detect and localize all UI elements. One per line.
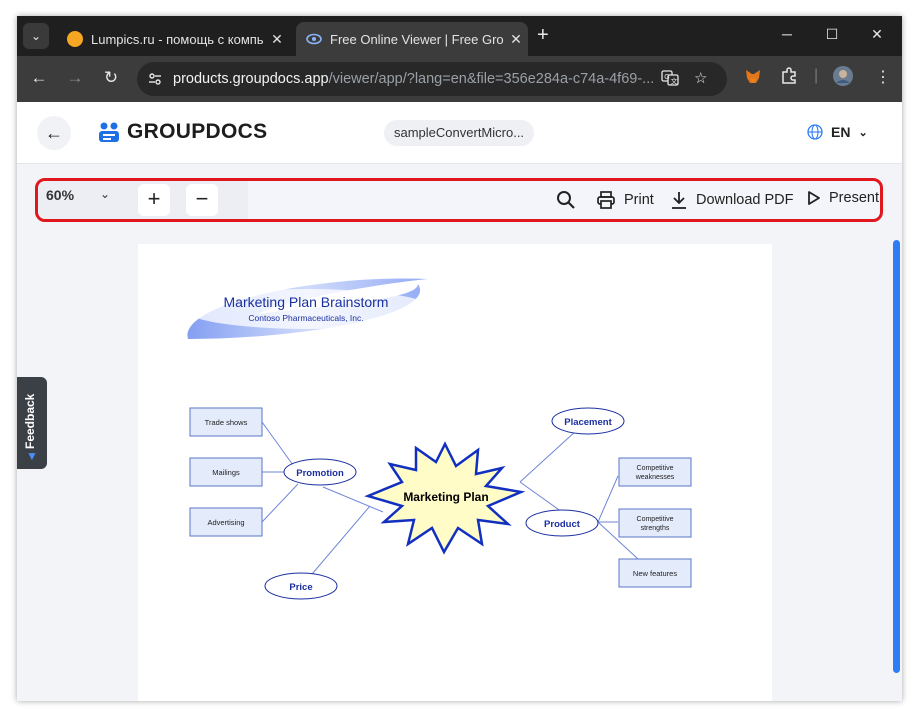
address-bar[interactable]: products.groupdocs.app/viewer/app/?lang=… [137,62,727,96]
url-text: products.groupdocs.app/viewer/app/?lang=… [173,71,653,87]
node-promotion-label: Promotion [296,468,344,479]
filter-icon: ▼ [26,449,38,463]
node-price-label: Price [289,582,312,593]
tab-strip: ⌄ Lumpics.ru - помощь с компь ✕ Free Onl… [17,16,902,56]
node-strengths-line1: Competitive [637,516,674,523]
back-arrow-icon[interactable]: ← [28,68,50,88]
zoom-out-button[interactable]: − [186,184,218,216]
window-close-button[interactable]: ✕ [857,26,897,43]
printer-icon [597,191,615,209]
node-new-features-label: New features [633,569,677,578]
forward-arrow-icon[interactable]: → [64,68,86,88]
brainstorm-diagram: Marketing Plan Brainstorm Contoso Pharma… [183,278,692,600]
play-icon [808,191,820,205]
node-advertising-label: Advertising [207,518,244,527]
back-arrow-icon: ← [45,122,63,143]
node-competitive-weaknesses [618,457,692,487]
file-name-chip[interactable]: sampleConvertMicro... [384,120,535,146]
close-icon[interactable]: ✕ [504,31,528,48]
minimize-button[interactable]: ─ [767,26,807,42]
chevron-down-icon: ⌄ [858,126,868,139]
present-label: Present [829,190,879,206]
node-strengths-line2: strengths [641,525,670,532]
chevron-down-icon: ⌄ [30,29,42,43]
node-weaknesses-line1: Competitive [637,465,674,472]
bookmark-star-icon[interactable]: ☆ [694,69,707,87]
node-weaknesses-line2: weaknesses [635,474,675,481]
feedback-tab[interactable]: Feedback ▼ [17,377,47,469]
back-button[interactable]: ← [37,116,71,150]
extensions-puzzle-icon[interactable] [780,67,798,90]
search-icon [557,191,575,209]
center-label: Marketing Plan [403,490,488,504]
browser-window: ⌄ Lumpics.ru - помощь с компь ✕ Free Onl… [17,16,902,701]
node-product-label: Product [544,519,581,530]
brand-name: GROUPDOCS [127,120,268,143]
groupdocs-logo-icon [99,122,119,142]
vertical-scrollbar[interactable] [893,240,900,673]
web-page: ← GROUPDOCS sampleConvertMicro... EN ⌄ 6… [17,102,902,701]
language-selector[interactable]: EN ⌄ [807,124,868,140]
chevron-down-icon[interactable]: ⌄ [100,187,110,201]
tab-search-button[interactable]: ⌄ [23,23,49,49]
close-icon[interactable]: ✕ [265,31,289,48]
zoom-controls: 60% ⌄ + − [38,181,248,219]
viewer-toolbar: 60% ⌄ + − Print Download PDF Present [35,178,883,222]
avatar[interactable] [832,65,854,92]
print-label: Print [624,192,654,208]
browser-toolbar: ← → ↻ products.groupdocs.app/viewer/app/… [17,56,902,102]
download-icon [672,192,686,209]
app-header: ← GROUPDOCS sampleConvertMicro... EN ⌄ [17,102,902,164]
language-code: EN [831,124,851,140]
site-settings-icon[interactable] [147,71,163,87]
diagram-subtitle: Contoso Pharmaceuticals, Inc. [248,313,363,323]
diagram-title: Marketing Plan Brainstorm [224,294,389,310]
lumpics-favicon-icon [67,31,83,47]
tab-groupdocs[interactable]: Free Online Viewer | Free Group ✕ [296,22,528,56]
download-label: Download PDF [696,192,794,208]
document-page: Marketing Plan Brainstorm Contoso Pharma… [138,244,772,701]
eye-favicon-icon [306,31,322,47]
maximize-button[interactable]: ☐ [812,26,852,43]
globe-icon [807,124,823,140]
node-trade-shows-label: Trade shows [205,418,248,427]
download-pdf-button[interactable]: Download PDF [670,190,794,210]
node-placement-label: Placement [564,417,612,428]
zoom-select[interactable]: 60% [46,187,74,203]
tab-lumpics[interactable]: Lumpics.ru - помощь с компь ✕ [57,22,289,56]
present-button[interactable]: Present [807,190,879,206]
search-button[interactable] [556,190,576,210]
new-tab-button[interactable]: + [537,24,549,47]
toolbar-divider: | [814,67,819,84]
translate-icon[interactable]: G文 [661,69,679,91]
svg-text:G: G [664,74,669,81]
metamask-extension-icon[interactable] [744,67,762,90]
node-competitive-strengths [618,508,692,538]
tab-title: Free Online Viewer | Free Group [330,31,504,47]
svg-text:文: 文 [671,77,678,86]
node-mailings-label: Mailings [212,468,240,477]
reload-icon[interactable]: ↻ [100,68,122,88]
zoom-in-button[interactable]: + [138,184,170,216]
feedback-label: Feedback [23,393,37,449]
tab-title: Lumpics.ru - помощь с компь [91,31,264,47]
more-menu-icon[interactable]: ⋮ [875,67,891,87]
groupdocs-logo[interactable]: GROUPDOCS [97,120,267,144]
print-button[interactable]: Print [596,190,654,210]
